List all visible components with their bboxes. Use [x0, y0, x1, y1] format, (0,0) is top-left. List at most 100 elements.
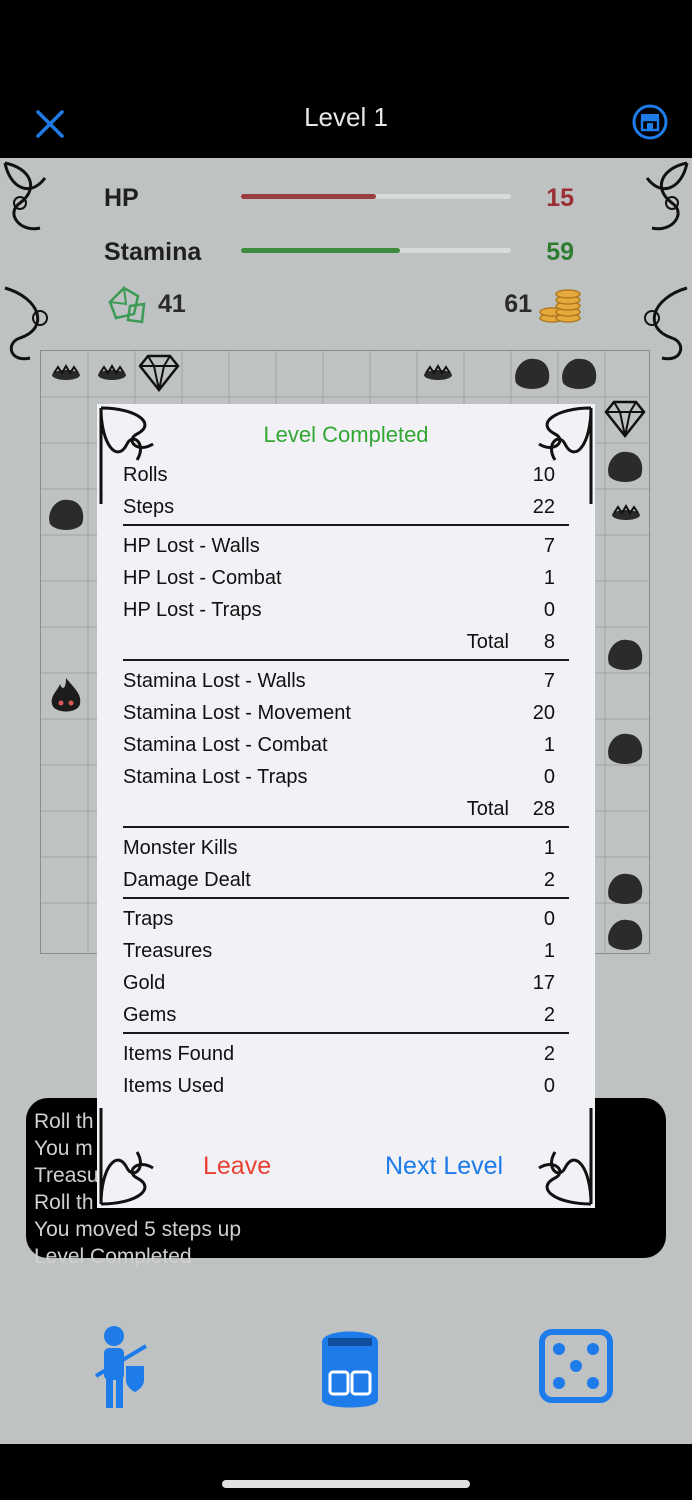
- stat-label: Steps: [123, 496, 175, 518]
- ornament-corner-icon: [99, 1108, 154, 1206]
- divider: [123, 1032, 569, 1034]
- home-indicator[interactable]: [222, 1480, 470, 1488]
- stat-label: Items Found: [123, 1043, 235, 1065]
- stat-value: 17: [532, 972, 555, 994]
- total-row: Total 28: [123, 794, 569, 824]
- stat-row: HP Lost - Combat 1: [123, 563, 569, 593]
- gold-coins-icon: [539, 289, 581, 323]
- stat-label: Items Used: [123, 1075, 225, 1097]
- dice-icon: [539, 1329, 613, 1403]
- stat-row: Stamina Lost - Walls 7: [123, 666, 569, 696]
- total-value: 28: [532, 798, 555, 820]
- trap-icon: [424, 363, 452, 380]
- level-complete-dialog: Level Completed Rolls 10 Steps 22 HP Lost …: [97, 404, 595, 1208]
- tab-roll[interactable]: [526, 1318, 626, 1418]
- total-row: Total 8: [123, 627, 569, 657]
- stat-label: Treasures: [123, 940, 213, 962]
- total-label: Total: [466, 798, 509, 820]
- knight-icon: [94, 1326, 148, 1408]
- stat-label: Traps: [123, 908, 174, 930]
- stat-row: Rolls 10: [123, 460, 569, 490]
- stat-value: 7: [543, 535, 555, 557]
- total-label: Total: [466, 631, 509, 653]
- stat-row: Gold 17: [123, 968, 569, 998]
- stat-value: 1: [543, 734, 555, 756]
- stat-value: 0: [543, 1075, 555, 1097]
- stat-row: Damage Dealt 2: [123, 865, 569, 895]
- log-line: You moved 5 steps up: [34, 1218, 242, 1241]
- gems-count: 41: [158, 290, 186, 318]
- stat-value: 0: [543, 766, 555, 788]
- home-area: [0, 1444, 692, 1500]
- divider: [123, 524, 569, 526]
- tab-inventory[interactable]: [300, 1318, 400, 1418]
- hp-bar: [241, 194, 511, 199]
- stat-row: HP Lost - Walls 7: [123, 531, 569, 561]
- divider: [123, 659, 569, 661]
- rock-icon: [49, 499, 84, 530]
- stat-row: Items Used 0: [123, 1071, 569, 1101]
- stamina-bar-fill: [241, 248, 401, 253]
- stat-label: HP Lost - Walls: [123, 535, 260, 557]
- stamina-label: Stamina: [104, 238, 202, 266]
- stat-label: Stamina Lost - Combat: [123, 734, 328, 756]
- gold-count: 61: [504, 290, 532, 318]
- stat-row: Items Found 2: [123, 1039, 569, 1069]
- stat-value: 10: [532, 464, 555, 486]
- gem-tile-icon: [138, 354, 180, 393]
- rock-icon: [608, 733, 643, 764]
- stamina-bar: [241, 248, 511, 253]
- ornament-corner-icon: [645, 161, 689, 231]
- stat-value: 2: [543, 1043, 555, 1065]
- stat-row: Steps 22: [123, 492, 569, 522]
- gems-icon: [107, 285, 146, 324]
- hp-value: 15: [546, 184, 574, 212]
- trap-icon: [98, 363, 126, 380]
- stat-value: 1: [543, 567, 555, 589]
- tab-hero[interactable]: [68, 1318, 168, 1418]
- shop-button[interactable]: [630, 102, 670, 142]
- stat-label: Stamina Lost - Walls: [123, 670, 306, 692]
- log-line: Level Completed: [34, 1245, 192, 1268]
- rock-icon: [608, 919, 643, 950]
- hp-bar-fill: [241, 194, 376, 199]
- stat-value: 2: [543, 1004, 555, 1026]
- gem-tile-icon: [604, 400, 646, 439]
- status-bar: [0, 0, 692, 100]
- stat-row: Stamina Lost - Movement 20: [123, 698, 569, 728]
- stat-value: 7: [543, 670, 555, 692]
- next-level-button[interactable]: Next Level: [385, 1152, 503, 1181]
- ornament-corner-icon: [538, 1108, 593, 1206]
- rock-icon: [515, 358, 550, 389]
- stat-row: Monster Kills 1: [123, 833, 569, 863]
- stat-row: Stamina Lost - Combat 1: [123, 730, 569, 760]
- nav-bar: Level 1: [0, 88, 692, 158]
- total-value: 8: [543, 631, 555, 653]
- rock-icon: [608, 873, 643, 904]
- fire-monster-icon: [51, 678, 81, 712]
- stat-row: Gems 2: [123, 1000, 569, 1030]
- stat-row: Stamina Lost - Traps 0: [123, 762, 569, 792]
- stat-row: Traps 0: [123, 904, 569, 934]
- stat-value: 1: [543, 940, 555, 962]
- rock-icon: [608, 451, 643, 482]
- stat-label: Damage Dealt: [123, 869, 251, 891]
- stat-label: Gems: [123, 1004, 177, 1026]
- stat-label: HP Lost - Combat: [123, 567, 282, 589]
- divider: [123, 826, 569, 828]
- stat-value: 1: [543, 837, 555, 859]
- stat-row: HP Lost - Traps 0: [123, 595, 569, 625]
- leave-button[interactable]: Leave: [203, 1152, 271, 1181]
- stat-label: HP Lost - Traps: [123, 599, 262, 621]
- stat-value: 0: [543, 599, 555, 621]
- tab-bar: [0, 1288, 692, 1444]
- stat-value: 0: [543, 908, 555, 930]
- trap-icon: [52, 363, 80, 380]
- rock-icon: [608, 639, 643, 670]
- stat-row: Treasures 1: [123, 936, 569, 966]
- stat-label: Stamina Lost - Movement: [123, 702, 351, 724]
- dialog-title: Level Completed: [263, 422, 429, 447]
- stat-value: 22: [532, 496, 555, 518]
- trap-icon: [612, 503, 640, 520]
- backpack-icon: [322, 1331, 378, 1408]
